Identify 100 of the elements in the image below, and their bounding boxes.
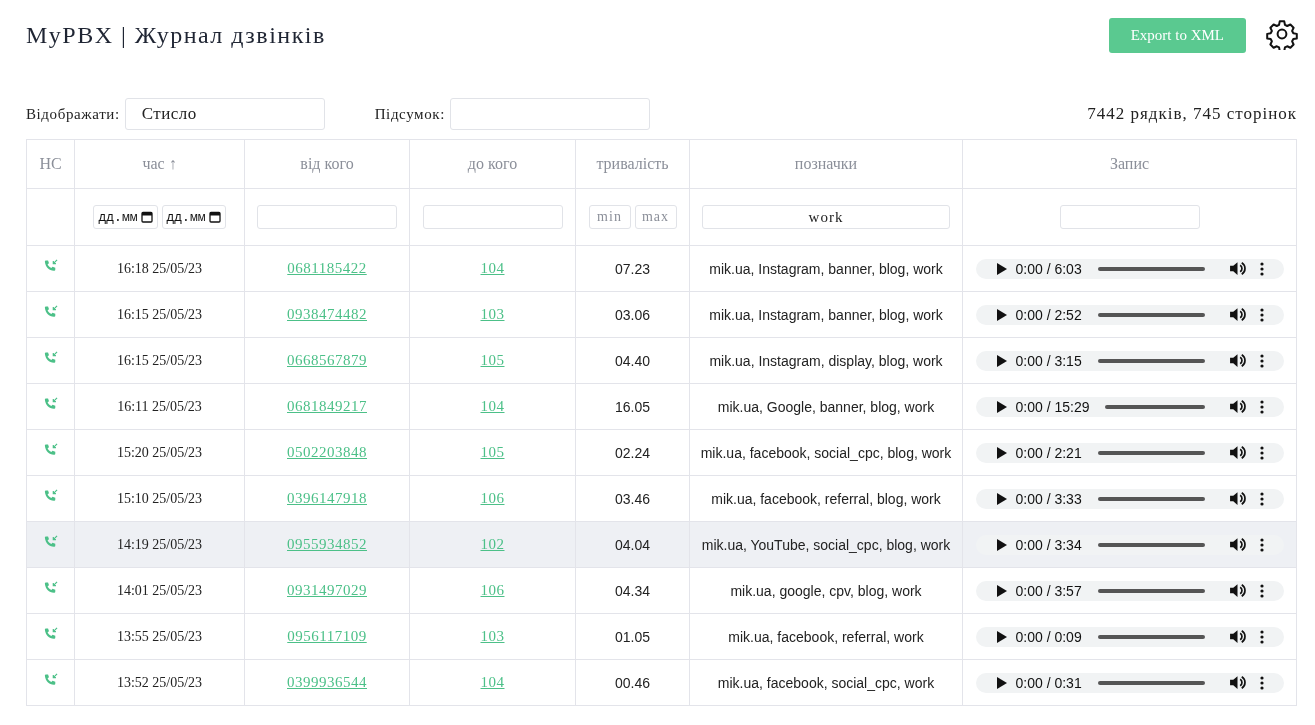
audio-player[interactable]: 0:00 / 0:31	[975, 672, 1284, 693]
calendar-icon	[140, 211, 153, 223]
summary-field[interactable]	[449, 98, 650, 130]
play-icon[interactable]	[996, 630, 1007, 643]
date-field[interactable]: дд.мм	[161, 205, 226, 229]
phone-link[interactable]: 0396147918	[287, 490, 367, 506]
column-header[interactable]: час ↑	[74, 139, 245, 189]
time-cell: 16:15 25/05/23	[74, 337, 245, 384]
play-icon[interactable]	[996, 492, 1007, 505]
min-duration-field[interactable]: min	[588, 205, 631, 229]
date-field[interactable]: дд.мм	[93, 205, 158, 229]
play-icon[interactable]	[996, 354, 1007, 367]
callee-filter-field[interactable]	[422, 205, 563, 229]
play-icon[interactable]	[996, 446, 1007, 459]
more-options-icon[interactable]	[1259, 445, 1264, 460]
max-duration-field[interactable]: max	[634, 205, 677, 229]
column-header[interactable]: тривалість	[575, 139, 690, 189]
playback-time: 0:00 / 6:03	[1015, 260, 1082, 277]
more-options-icon[interactable]	[1259, 583, 1264, 598]
audio-player[interactable]: 0:00 / 2:21	[975, 442, 1284, 463]
phone-link[interactable]: 0956117109	[287, 628, 367, 644]
extension-link[interactable]: 104	[480, 260, 505, 276]
column-header[interactable]: позначки	[689, 139, 963, 189]
phone-link[interactable]: 0502203848	[287, 444, 367, 460]
more-options-icon[interactable]	[1259, 353, 1264, 368]
seek-bar[interactable]	[1097, 450, 1205, 455]
seek-bar[interactable]	[1097, 266, 1205, 271]
play-icon[interactable]	[996, 538, 1007, 551]
extension-link[interactable]: 102	[480, 536, 505, 552]
audio-player[interactable]: 0:00 / 3:15	[975, 350, 1284, 371]
incoming-call-icon	[43, 489, 58, 504]
audio-player[interactable]: 0:00 / 15:29	[975, 396, 1284, 417]
more-options-icon[interactable]	[1259, 261, 1264, 276]
phone-link[interactable]: 0668567879	[287, 352, 367, 368]
extension-link[interactable]: 105	[480, 352, 505, 368]
column-header[interactable]: від кого	[244, 139, 410, 189]
caller-filter-field[interactable]	[257, 205, 397, 229]
duration-cell: 01.05	[575, 613, 690, 660]
column-header[interactable]: НС	[26, 139, 75, 189]
duration-cell: 00.46	[575, 659, 690, 706]
volume-icon[interactable]	[1228, 628, 1246, 645]
settings-icon[interactable]	[1266, 17, 1298, 50]
tags-filter-field[interactable]: work	[702, 205, 950, 229]
extension-link[interactable]: 104	[480, 674, 505, 690]
volume-icon[interactable]	[1228, 674, 1246, 691]
extension-link[interactable]: 103	[480, 306, 505, 322]
incoming-call-icon	[43, 443, 58, 458]
seek-bar[interactable]	[1097, 312, 1205, 317]
volume-icon[interactable]	[1228, 444, 1246, 461]
seek-bar[interactable]	[1097, 542, 1205, 547]
tags-cell: mik.ua, Instagram, display, blog, work	[689, 337, 963, 384]
play-icon[interactable]	[996, 584, 1007, 597]
volume-icon[interactable]	[1228, 398, 1246, 415]
extension-link[interactable]: 103	[480, 628, 505, 644]
audio-player[interactable]: 0:00 / 0:09	[975, 626, 1284, 647]
more-options-icon[interactable]	[1259, 537, 1264, 552]
seek-bar[interactable]	[1097, 680, 1205, 685]
volume-icon[interactable]	[1228, 260, 1246, 277]
seek-bar[interactable]	[1097, 496, 1205, 501]
seek-bar[interactable]	[1097, 588, 1205, 593]
extension-link[interactable]: 104	[480, 398, 505, 414]
volume-icon[interactable]	[1228, 536, 1246, 553]
play-icon[interactable]	[996, 400, 1007, 413]
volume-icon[interactable]	[1228, 582, 1246, 599]
seek-bar[interactable]	[1097, 634, 1205, 639]
more-options-icon[interactable]	[1259, 675, 1264, 690]
play-icon[interactable]	[996, 262, 1007, 275]
more-options-icon[interactable]	[1259, 399, 1264, 414]
volume-icon[interactable]	[1228, 352, 1246, 369]
export-button[interactable]: Export to XML	[1108, 17, 1246, 53]
extension-link[interactable]: 106	[480, 582, 505, 598]
record-filter-field[interactable]	[1059, 205, 1200, 229]
time-cell: 16:18 25/05/23	[74, 245, 245, 292]
seek-bar[interactable]	[1097, 358, 1205, 363]
volume-icon[interactable]	[1228, 490, 1246, 507]
more-options-icon[interactable]	[1259, 307, 1264, 322]
phone-link[interactable]: 0399936544	[287, 674, 367, 690]
extension-link[interactable]: 106	[480, 490, 505, 506]
phone-link[interactable]: 0938474482	[287, 306, 367, 322]
audio-player[interactable]: 0:00 / 3:57	[975, 580, 1284, 601]
display-select[interactable]: Стисло	[124, 98, 325, 130]
audio-player[interactable]: 0:00 / 2:52	[975, 304, 1284, 325]
extension-link[interactable]: 105	[480, 444, 505, 460]
audio-player[interactable]: 0:00 / 3:33	[975, 488, 1284, 509]
phone-link[interactable]: 0931497029	[287, 582, 367, 598]
more-options-icon[interactable]	[1259, 629, 1264, 644]
tags-cell: mik.ua, facebook, social_cpc, work	[689, 659, 963, 706]
seek-bar[interactable]	[1105, 404, 1205, 409]
play-icon[interactable]	[996, 308, 1007, 321]
audio-player[interactable]: 0:00 / 6:03	[975, 258, 1284, 279]
time-cell: 16:15 25/05/23	[74, 291, 245, 338]
duration-cell: 04.40	[575, 337, 690, 384]
phone-link[interactable]: 0681185422	[287, 260, 367, 276]
play-icon[interactable]	[996, 676, 1007, 689]
phone-link[interactable]: 0681849217	[287, 398, 367, 414]
volume-icon[interactable]	[1228, 306, 1246, 323]
more-options-icon[interactable]	[1259, 491, 1264, 506]
column-header[interactable]: Запис	[962, 139, 1297, 189]
column-header[interactable]: до кого	[409, 139, 576, 189]
phone-link[interactable]: 0955934852	[287, 536, 367, 552]
